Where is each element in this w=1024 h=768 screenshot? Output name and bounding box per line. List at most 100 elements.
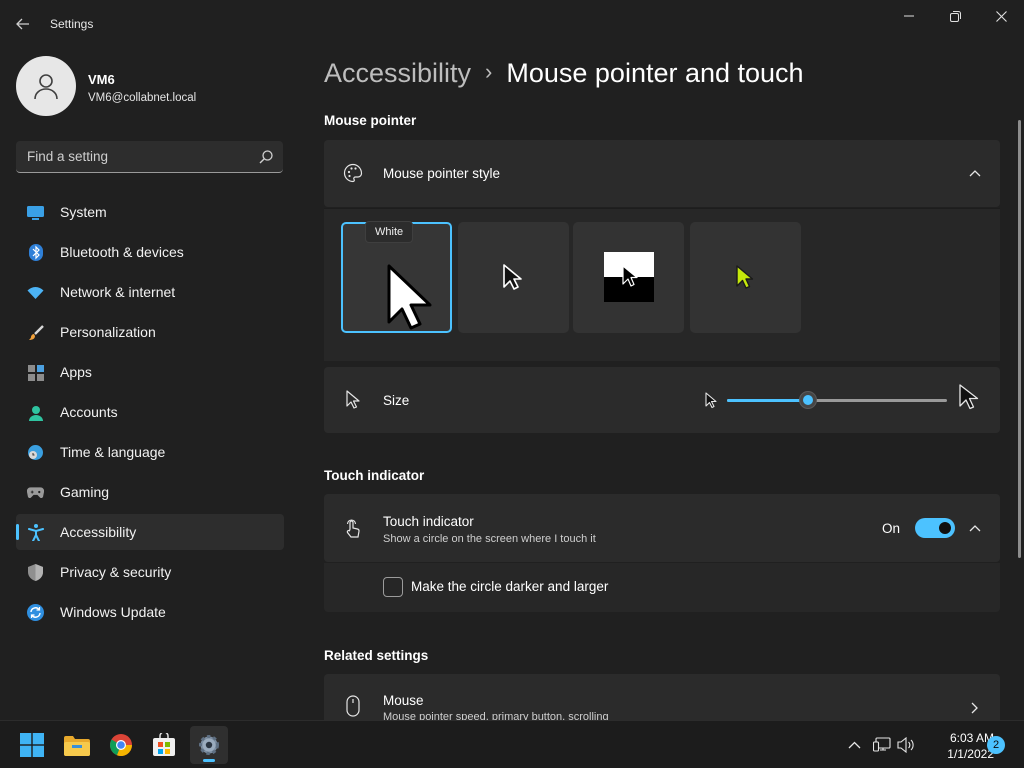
sidebar-item-accessibility[interactable]: Accessibility xyxy=(16,514,284,550)
pointer-size-row: Size xyxy=(324,367,1000,433)
windows-logo-icon xyxy=(20,733,44,757)
sidebar-item-bluetooth[interactable]: Bluetooth & devices xyxy=(16,234,284,270)
title-bar: Settings xyxy=(0,0,1024,48)
user-icon xyxy=(34,74,58,100)
sidebar-item-label: Apps xyxy=(60,364,92,380)
touch-indicator-label: Touch indicator xyxy=(383,514,474,529)
sidebar-item-label: Time & language xyxy=(60,444,166,460)
taskbar-clock[interactable]: 6:03 AM 1/1/2022 xyxy=(922,730,994,762)
mouse-label: Mouse xyxy=(383,693,424,708)
gamepad-icon xyxy=(27,484,44,501)
brush-icon xyxy=(27,324,44,341)
user-profile[interactable]: VM6 VM6@collabnet.local xyxy=(16,56,196,116)
gear-icon xyxy=(199,735,219,755)
mouse-pointer-style-header[interactable]: Mouse pointer style xyxy=(324,140,1000,207)
search-input[interactable]: Find a setting xyxy=(16,141,283,173)
network-status-button[interactable] xyxy=(873,736,891,754)
sidebar-item-system[interactable]: System xyxy=(16,194,284,230)
sidebar-item-privacy[interactable]: Privacy & security xyxy=(16,554,284,590)
pointer-style-custom[interactable] xyxy=(690,222,801,333)
inverted-pointer-icon xyxy=(622,265,638,287)
white-pointer-icon xyxy=(387,264,432,330)
chevron-up-icon[interactable] xyxy=(968,521,982,535)
folder-icon xyxy=(64,735,90,756)
taskbar-settings[interactable] xyxy=(190,726,228,764)
size-slider-thumb[interactable] xyxy=(799,391,818,409)
related-mouse-link[interactable]: Mouse Mouse pointer speed, primary butto… xyxy=(324,674,1000,720)
sidebar-item-personalization[interactable]: Personalization xyxy=(16,314,284,350)
sidebar-item-accounts[interactable]: Accounts xyxy=(16,394,284,430)
pointer-style-white[interactable]: White xyxy=(341,221,452,333)
mouse-description: Mouse pointer speed, primary button, scr… xyxy=(383,711,609,720)
size-slider[interactable] xyxy=(727,391,947,409)
touch-icon xyxy=(342,517,364,539)
darker-circle-option: Make the circle darker and larger xyxy=(324,563,1000,612)
breadcrumb-parent[interactable]: Accessibility xyxy=(324,58,471,88)
page-title: Mouse pointer and touch xyxy=(506,58,804,88)
sidebar-item-apps[interactable]: Apps xyxy=(16,354,284,390)
sidebar-item-windows-update[interactable]: Windows Update xyxy=(16,594,284,630)
section-title-mouse-pointer: Mouse pointer xyxy=(324,113,417,128)
touch-indicator-row[interactable]: Touch indicator Show a circle on the scr… xyxy=(324,494,1000,562)
sidebar-item-label: Bluetooth & devices xyxy=(60,244,184,260)
back-button[interactable] xyxy=(10,12,36,36)
clock-date: 1/1/2022 xyxy=(947,747,994,761)
sidebar-item-label: Network & internet xyxy=(60,284,176,300)
palette-icon xyxy=(342,162,364,184)
shield-icon xyxy=(27,564,44,581)
size-slider-fill xyxy=(727,399,809,402)
breadcrumb-separator: › xyxy=(485,59,493,84)
pointer-style-inverted[interactable] xyxy=(573,222,684,333)
size-label: Size xyxy=(383,393,410,408)
wifi-icon xyxy=(27,284,44,301)
sidebar-item-label: Accounts xyxy=(60,404,118,420)
restore-button[interactable] xyxy=(932,4,978,28)
notification-badge[interactable]: 2 xyxy=(987,736,1005,754)
app-title: Settings xyxy=(50,17,94,31)
apps-icon xyxy=(27,364,44,381)
network-icon xyxy=(873,737,891,752)
close-button[interactable] xyxy=(978,4,1024,28)
chevron-up-icon[interactable] xyxy=(968,166,982,180)
sidebar-item-label: Accessibility xyxy=(60,524,137,540)
pointer-icon xyxy=(342,389,364,411)
bluetooth-icon xyxy=(27,244,44,261)
lime-pointer-icon xyxy=(736,265,754,289)
pointer-style-black[interactable] xyxy=(458,222,569,333)
sync-icon xyxy=(27,604,44,621)
store-icon xyxy=(153,733,175,756)
chevron-up-icon xyxy=(848,741,860,749)
taskbar-microsoft-store[interactable] xyxy=(145,726,183,764)
tooltip: White xyxy=(365,221,414,243)
person-icon xyxy=(27,404,44,421)
search-icon xyxy=(259,150,273,164)
darker-circle-label: Make the circle darker and larger xyxy=(411,579,609,594)
show-hidden-icons-button[interactable] xyxy=(845,736,863,754)
taskbar-chrome[interactable] xyxy=(102,726,140,764)
touch-indicator-toggle[interactable] xyxy=(915,518,955,538)
mouse-pointer-style-label: Mouse pointer style xyxy=(383,166,501,181)
taskbar-file-explorer[interactable] xyxy=(58,726,96,764)
small-pointer-icon xyxy=(704,391,718,416)
scrollbar[interactable] xyxy=(1018,120,1021,558)
minimize-button[interactable] xyxy=(886,4,932,28)
monitor-icon xyxy=(27,204,44,221)
mouse-icon xyxy=(342,695,364,717)
darker-circle-checkbox[interactable] xyxy=(383,577,403,597)
breadcrumb: Accessibility › Mouse pointer and touch xyxy=(324,58,804,89)
sidebar-item-network[interactable]: Network & internet xyxy=(16,274,284,310)
sidebar-nav: System Bluetooth & devices Network & int… xyxy=(16,194,284,634)
avatar xyxy=(16,56,76,116)
volume-button[interactable] xyxy=(897,736,915,754)
sidebar-item-label: System xyxy=(60,204,107,220)
sidebar-item-label: Privacy & security xyxy=(60,564,172,580)
user-name: VM6 xyxy=(88,72,115,87)
minimize-icon xyxy=(904,15,914,17)
sidebar-item-gaming[interactable]: Gaming xyxy=(16,474,284,510)
sidebar-item-time-language[interactable]: Time & language xyxy=(16,434,284,470)
toggle-state-label: On xyxy=(882,521,901,536)
clock-time: 6:03 AM xyxy=(949,731,994,745)
chevron-right-icon xyxy=(968,701,982,715)
section-title-related-settings: Related settings xyxy=(324,648,429,663)
start-button[interactable] xyxy=(13,726,51,764)
